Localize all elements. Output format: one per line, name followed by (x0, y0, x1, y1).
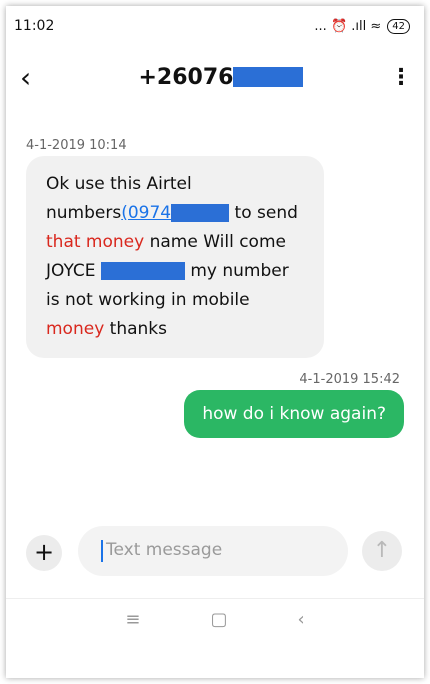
redaction-box (233, 67, 304, 87)
incoming-timestamp: 4-1-2019 10:14 (26, 138, 127, 153)
message-text: to send (229, 203, 298, 223)
phone-screen: 11:02 ... ⏰ .ıll ≈ 42 ‹ +26076 ⋮ 4-1-201… (6, 6, 424, 678)
battery-icon: 42 (387, 18, 410, 34)
highlighted-text: that money (46, 232, 145, 252)
send-button[interactable]: ↑ (362, 531, 402, 571)
back-icon[interactable]: ‹ (20, 61, 60, 94)
message-text: thanks (104, 319, 168, 339)
conversation-header: ‹ +26076 ⋮ (6, 46, 424, 108)
status-time: 11:02 (14, 18, 55, 34)
message-composer: + Text message ↑ (6, 524, 424, 584)
add-attachment-button[interactable]: + (26, 535, 62, 571)
menu-nav-icon[interactable]: ≡ (125, 609, 140, 630)
back-nav-icon[interactable]: ‹ (297, 609, 304, 630)
signal-wifi-alarm-icons: ... ⏰ .ıll ≈ (314, 18, 382, 34)
status-icons: ... ⏰ .ıll ≈ 42 (314, 18, 410, 34)
incoming-message-bubble[interactable]: Ok use this Airtel numbers(0974 to send … (26, 156, 324, 358)
contact-number: +26076 (60, 65, 382, 90)
message-placeholder: Text message (106, 540, 223, 560)
contact-number-text: +26076 (138, 64, 234, 90)
redaction-box (100, 262, 185, 280)
home-nav-icon[interactable]: ▢ (210, 609, 227, 630)
redaction-box (171, 204, 230, 222)
system-nav-bar: ≡ ▢ ‹ (6, 598, 424, 639)
outgoing-timestamp: 4-1-2019 15:42 (299, 372, 400, 387)
status-bar: 11:02 ... ⏰ .ıll ≈ 42 (6, 6, 424, 46)
more-options-icon[interactable]: ⋮ (382, 65, 412, 90)
message-input[interactable]: Text message (78, 526, 348, 576)
phone-link[interactable]: (0974 (121, 203, 171, 223)
highlighted-text: money (46, 319, 105, 339)
text-cursor (101, 540, 103, 562)
outgoing-message-bubble[interactable]: how do i know again? (184, 390, 404, 438)
